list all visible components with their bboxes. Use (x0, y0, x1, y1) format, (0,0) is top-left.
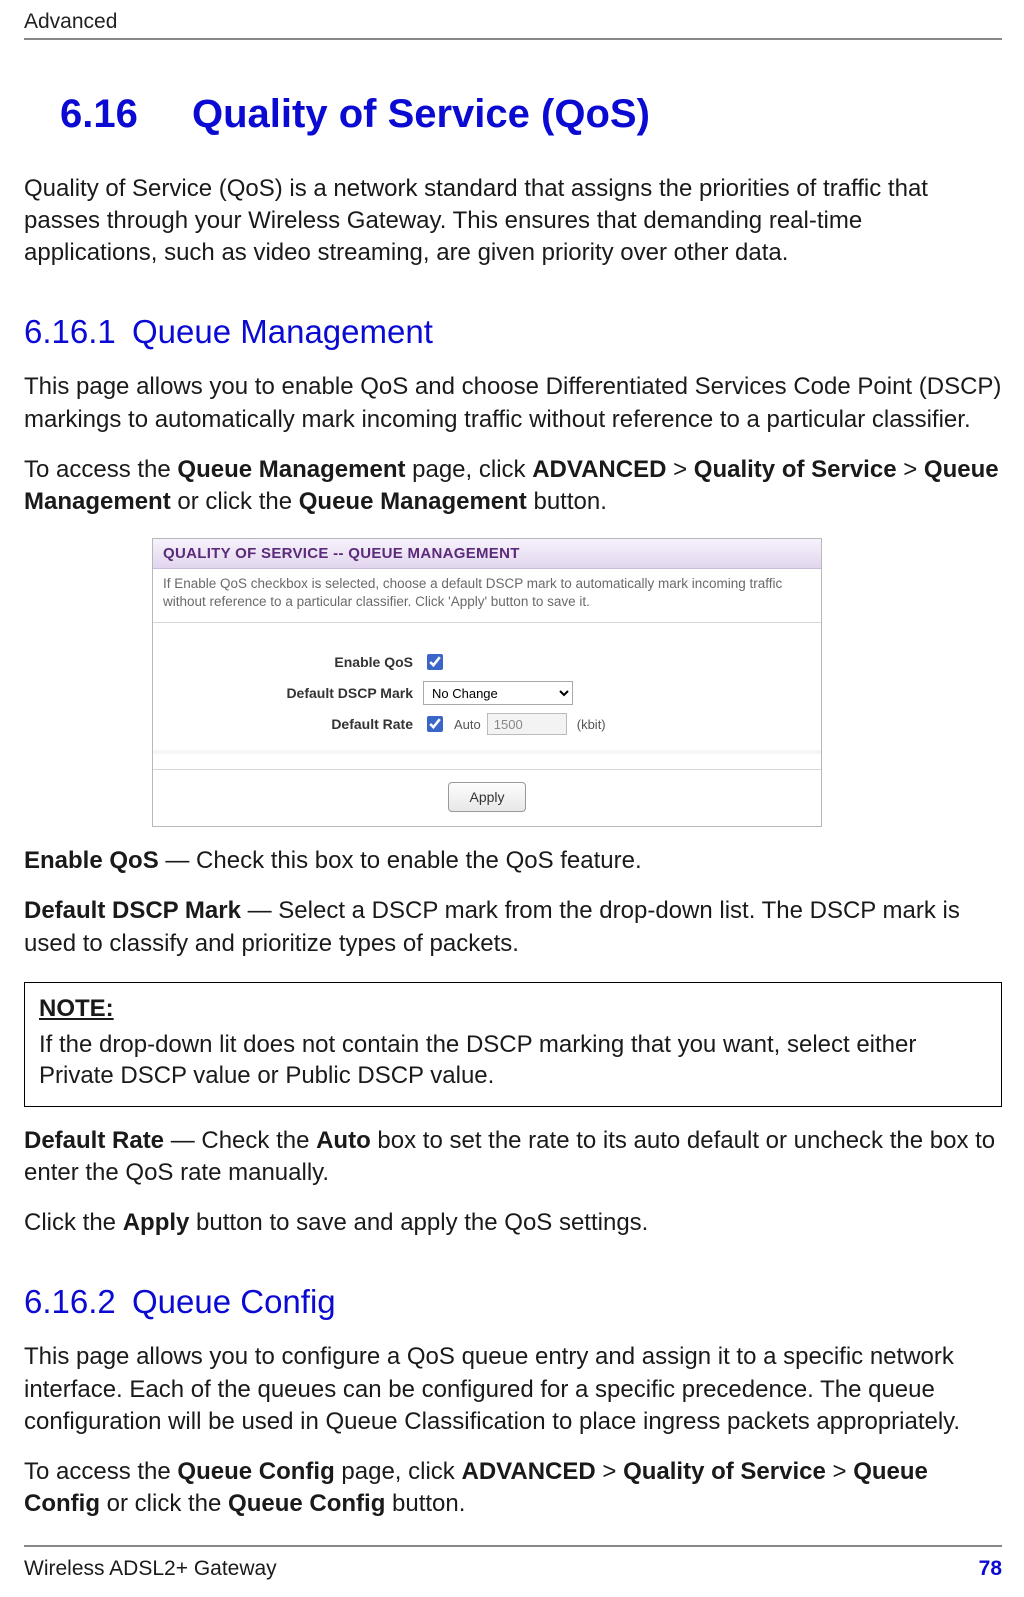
panel-title: QUALITY OF SERVICE -- QUEUE MANAGEMENT (153, 539, 821, 569)
footer-product: Wireless ADSL2+ Gateway (24, 1557, 277, 1581)
auto-label: Auto (454, 717, 481, 732)
intro-paragraph: Quality of Service (QoS) is a network st… (24, 173, 1002, 269)
default-rate-option: Default Rate — Check the Auto box to set… (24, 1125, 1002, 1189)
default-rate-auto-checkbox[interactable] (427, 716, 443, 732)
subsection-title-text: Queue Management (132, 313, 433, 350)
qm-description: This page allows you to enable QoS and c… (24, 371, 1002, 435)
section-number: 6.16 (24, 92, 192, 137)
subsection-number: 6.16.2 (24, 1283, 132, 1321)
note-box: NOTE: If the drop-down lit does not cont… (24, 982, 1002, 1107)
apply-button[interactable]: Apply (448, 782, 525, 812)
panel-description: If Enable QoS checkbox is selected, choo… (153, 569, 821, 623)
default-dscp-option: Default DSCP Mark — Select a DSCP mark f… (24, 895, 1002, 959)
enable-qos-option: Enable QoS — Check this box to enable th… (24, 845, 1002, 877)
note-body: If the drop-down lit does not contain th… (39, 1031, 916, 1090)
queue-management-panel: QUALITY OF SERVICE -- QUEUE MANAGEMENT I… (152, 538, 822, 827)
apply-instruction: Click the Apply button to save and apply… (24, 1207, 1002, 1239)
subsection-title-queue-config: 6.16.2Queue Config (24, 1283, 1002, 1321)
default-dscp-select[interactable]: No Change (423, 681, 573, 705)
page-header: Advanced (24, 10, 1002, 40)
qc-description: This page allows you to configure a QoS … (24, 1341, 1002, 1437)
enable-qos-label: Enable QoS (163, 654, 423, 670)
default-rate-input[interactable] (487, 713, 567, 735)
note-label: NOTE: (39, 995, 987, 1023)
enable-qos-checkbox[interactable] (427, 654, 443, 670)
default-dscp-label: Default DSCP Mark (163, 685, 423, 701)
panel-form: Enable QoS Default DSCP Mark No Change D… (153, 623, 821, 749)
qm-nav-path: To access the Queue Management page, cli… (24, 454, 1002, 518)
page-footer: Wireless ADSL2+ Gateway 78 (24, 1545, 1002, 1581)
rate-unit: (kbit) (577, 717, 606, 732)
footer-page-number: 78 (979, 1557, 1002, 1581)
section-title: 6.16Quality of Service (QoS) (24, 92, 1002, 137)
subsection-number: 6.16.1 (24, 313, 132, 351)
qc-nav-path: To access the Queue Config page, click A… (24, 1456, 1002, 1520)
subsection-title-text: Queue Config (132, 1283, 336, 1320)
section-title-text: Quality of Service (QoS) (192, 92, 650, 136)
default-rate-label: Default Rate (163, 716, 423, 732)
subsection-title-queue-management: 6.16.1Queue Management (24, 313, 1002, 351)
